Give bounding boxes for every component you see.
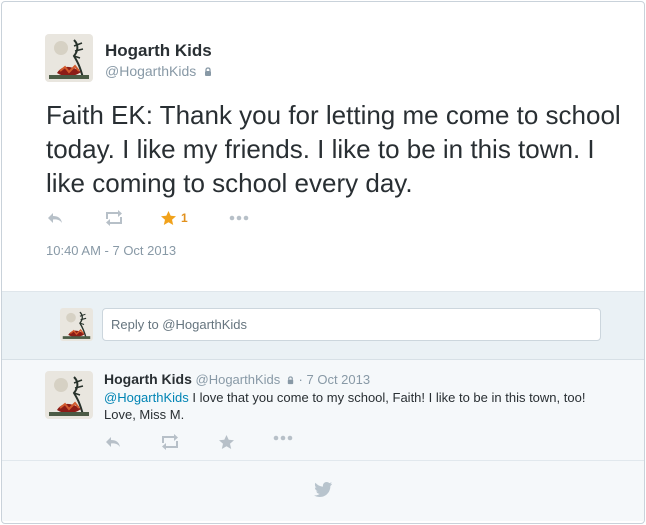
- tweet-text: Faith EK: Thank you for letting me come …: [46, 100, 621, 198]
- reply-author-handle[interactable]: @HogarthKids: [196, 372, 281, 387]
- retweet-button[interactable]: [103, 208, 125, 228]
- embedded-tweet-card: Hogarth Kids @HogarthKids Faith EK: Than…: [1, 1, 645, 524]
- reply-separator: ·: [298, 372, 303, 387]
- author-name[interactable]: Hogarth Kids: [105, 41, 212, 61]
- twitter-bird-icon[interactable]: [313, 481, 333, 499]
- reply-tweet-more-options-button[interactable]: [272, 434, 294, 452]
- reply-input[interactable]: [102, 308, 601, 341]
- reply-tweet-favorite-button[interactable]: [218, 434, 235, 452]
- reply-composer-avatar: [60, 308, 93, 341]
- favorite-star-icon: [219, 435, 234, 449]
- mention-link[interactable]: @HogarthKids: [104, 390, 189, 405]
- reply-tweet: Hogarth Kids @HogarthKids · 7 Oct 2013 @…: [2, 360, 644, 461]
- tweet-footer: [2, 461, 644, 521]
- favorite-star-icon: [161, 210, 176, 225]
- lock-icon: [203, 67, 213, 77]
- more-dots-icon: [273, 435, 293, 441]
- reply-text-container: @HogarthKids I love that you come to my …: [104, 389, 609, 423]
- more-options-button[interactable]: [228, 208, 250, 228]
- reply-tweet-retweet-button[interactable]: [159, 434, 181, 452]
- author-avatar[interactable]: [45, 34, 93, 82]
- reply-icon: [106, 437, 120, 447]
- reply-header: Hogarth Kids @HogarthKids · 7 Oct 2013: [104, 371, 609, 388]
- favorite-button[interactable]: 1: [160, 208, 188, 228]
- author-handle[interactable]: @HogarthKids: [105, 63, 196, 79]
- reply-date[interactable]: 7 Oct 2013: [306, 372, 370, 387]
- reply-author-avatar[interactable]: [45, 371, 93, 419]
- reply-icon: [48, 213, 62, 223]
- main-tweet-actions: 1: [46, 208, 306, 230]
- favorite-count: 1: [181, 211, 188, 225]
- retweet-icon: [106, 210, 122, 226]
- reply-tweet-actions: [104, 434, 314, 452]
- tweet-timestamp[interactable]: 10:40 AM - 7 Oct 2013: [46, 243, 176, 258]
- reply-author-name[interactable]: Hogarth Kids: [104, 371, 192, 387]
- lock-icon: [286, 376, 295, 385]
- retweet-icon: [162, 434, 178, 450]
- reply-tweet-reply-button[interactable]: [104, 434, 122, 452]
- main-tweet: Hogarth Kids @HogarthKids Faith EK: Than…: [2, 2, 644, 292]
- reply-composer: [2, 292, 644, 360]
- author-handle-row: @HogarthKids: [105, 63, 213, 79]
- reply-button[interactable]: [46, 208, 64, 228]
- more-dots-icon: [229, 215, 249, 221]
